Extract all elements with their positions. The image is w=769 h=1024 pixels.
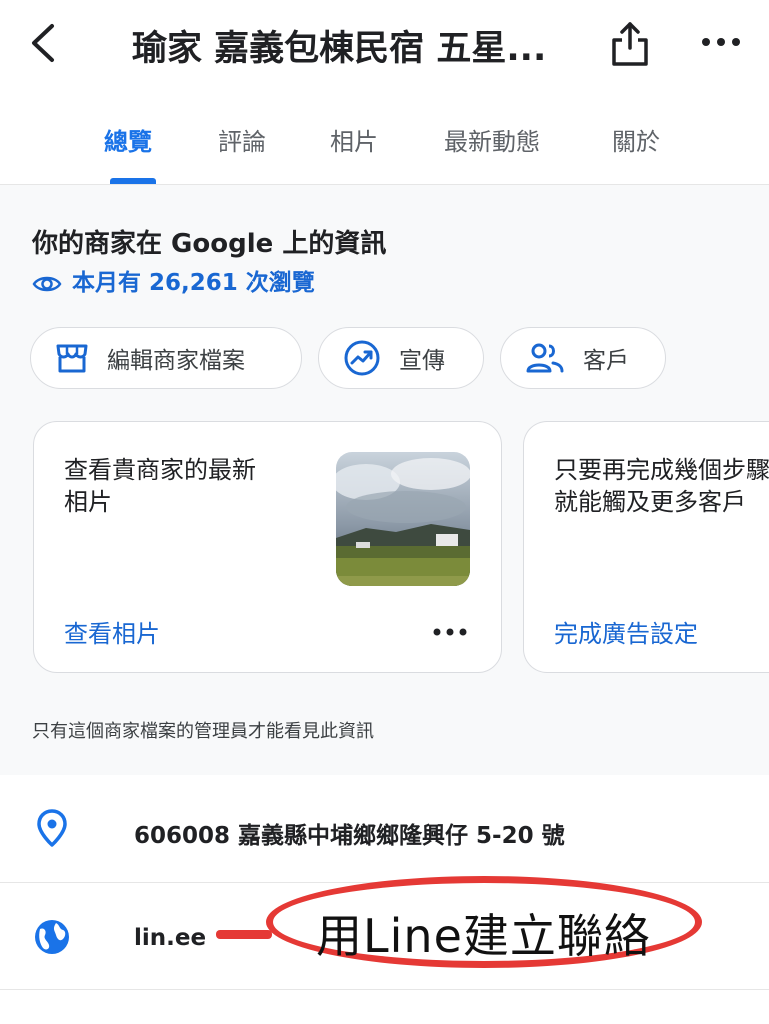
address-row[interactable]: 606008 嘉義縣中埔鄉鄉隆興仔 5-20 號 xyxy=(0,776,769,883)
promote-label: 宣傳 xyxy=(399,348,445,374)
trending-up-icon xyxy=(344,340,380,376)
edit-profile-label: 編輯商家檔案 xyxy=(107,348,245,374)
tab-reviews[interactable]: 評論 xyxy=(218,122,266,157)
storefront-icon xyxy=(56,344,88,373)
annotation-text: 用Line建立聯絡 xyxy=(316,909,651,963)
tab-about[interactable]: 關於 xyxy=(612,122,660,157)
view-photos-link[interactable]: 查看相片 xyxy=(64,614,160,649)
card-text-line: 就能觸及更多客戶 xyxy=(554,488,746,516)
back-arrow-icon[interactable] xyxy=(24,18,64,68)
promote-chip[interactable]: 宣傳 xyxy=(318,327,484,389)
people-icon xyxy=(526,343,564,373)
card-text: 查看貴商家的最新 相片 xyxy=(64,454,256,518)
edit-profile-chip[interactable]: 編輯商家檔案 xyxy=(30,327,302,389)
page-title: 瑜家 嘉義包棟民宿 五星... xyxy=(132,29,547,69)
top-app-bar: 瑜家 嘉義包棟民宿 五星... xyxy=(0,0,769,90)
monthly-views-label: 本月有 26,261 次瀏覽 xyxy=(72,270,315,296)
tab-bar: 總覽 評論 相片 最新動態 關於 xyxy=(0,92,769,185)
more-options-icon[interactable] xyxy=(430,622,470,642)
latest-photos-card[interactable]: 查看貴商家的最新 相片 查看相片 xyxy=(33,421,502,673)
complete-ad-setup-link[interactable]: 完成廣告設定 xyxy=(554,614,698,649)
monthly-views[interactable]: 本月有 26,261 次瀏覽 xyxy=(32,263,315,296)
panel-title: 你的商家在 Google 上的資訊 xyxy=(32,229,387,259)
admin-only-note: 只有這個商家檔案的管理員才能看見此資訊 xyxy=(32,721,374,742)
card-text: 只要再完成幾個步驟 就能觸及更多客戶 xyxy=(554,454,769,518)
tab-photos[interactable]: 相片 xyxy=(330,122,378,157)
landscape-photo-image xyxy=(336,452,470,586)
location-pin-icon xyxy=(37,809,67,847)
customers-label: 客戶 xyxy=(583,348,629,374)
more-options-icon[interactable] xyxy=(696,20,746,64)
ad-setup-card[interactable]: 只要再完成幾個步驟 就能觸及更多客戶 完成廣告設定 xyxy=(523,421,769,673)
share-icon[interactable] xyxy=(608,20,652,68)
tab-updates[interactable]: 最新動態 xyxy=(444,122,540,157)
customers-chip[interactable]: 客戶 xyxy=(500,327,666,389)
card-text-line: 只要再完成幾個步驟 xyxy=(554,456,769,484)
website-text[interactable]: lin.ee xyxy=(134,925,206,951)
eye-icon xyxy=(32,276,62,292)
globe-icon xyxy=(35,920,69,954)
landscape-photo[interactable] xyxy=(336,452,470,586)
business-info-panel: 你的商家在 Google 上的資訊 本月有 26,261 次瀏覽 編輯商家檔案 … xyxy=(0,185,769,775)
annotation-pointer-line xyxy=(216,930,272,939)
tab-overview[interactable]: 總覽 xyxy=(104,122,152,157)
card-text-line: 查看貴商家的最新 xyxy=(64,456,256,484)
card-text-line: 相片 xyxy=(64,488,112,516)
active-tab-indicator xyxy=(110,178,156,184)
address-text: 606008 嘉義縣中埔鄉鄉隆興仔 5-20 號 xyxy=(134,823,565,849)
